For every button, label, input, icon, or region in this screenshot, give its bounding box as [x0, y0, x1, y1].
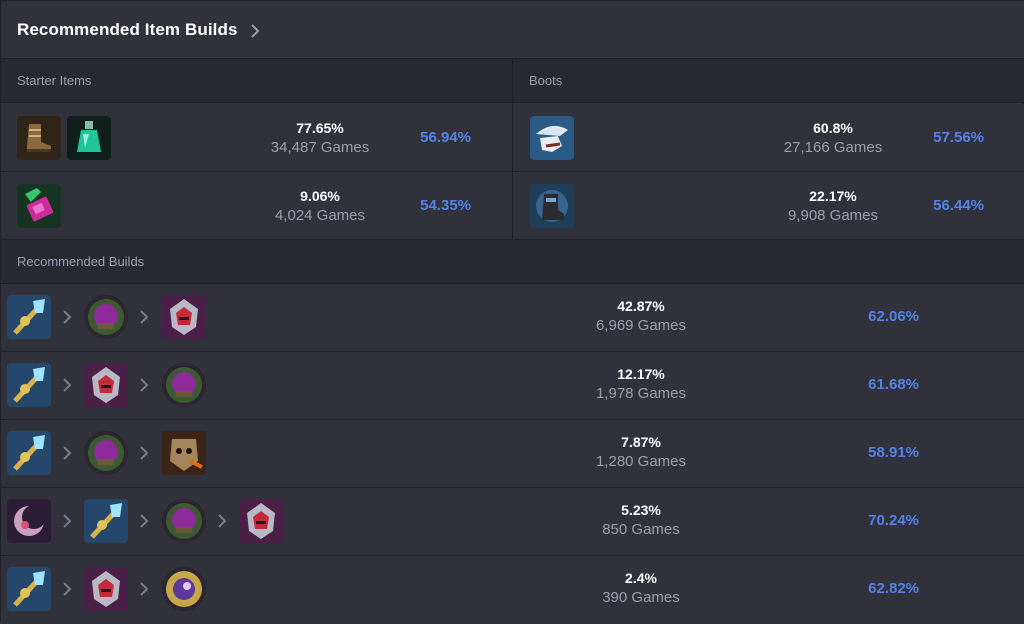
item-builds-panel: Recommended Item Builds Starter Items Bo…: [0, 0, 1024, 624]
purple-orb-icon: [162, 363, 206, 407]
games-count: 6,969 Games: [595, 317, 687, 334]
games-count: 27,166 Games: [783, 139, 883, 156]
win-rate: 57.56%: [933, 129, 984, 146]
build-row[interactable]: 5.23% 850 Games 70.24%: [1, 488, 1024, 556]
win-rate: 54.35%: [420, 197, 471, 214]
purple-orb-icon: [84, 431, 128, 475]
chevron-right-icon: [138, 581, 150, 597]
chevron-right-icon: [61, 309, 73, 325]
win-rate: 58.91%: [868, 444, 919, 461]
pick-rate: 12.17%: [617, 366, 665, 382]
chevron-right-icon: [61, 377, 73, 393]
starter-items-header: Starter Items: [1, 59, 512, 103]
starter-items-label: Starter Items: [17, 73, 92, 88]
win-rate: 70.24%: [868, 512, 919, 529]
pick-rate: 77.65%: [296, 120, 344, 136]
starter-row[interactable]: 77.65% 34,487 Games 56.94%: [1, 104, 512, 172]
pick-rate: 5.23%: [621, 502, 661, 518]
pick-rate: 42.87%: [617, 298, 665, 314]
build-row[interactable]: 2.4% 390 Games 62.82%: [1, 556, 1024, 624]
recommended-builds-header: Recommended Builds: [1, 240, 1024, 284]
games-count: 1,978 Games: [595, 385, 687, 402]
recommended-builds-label: Recommended Builds: [17, 254, 145, 269]
pick-rate-cell: 5.23% 850 Games: [561, 500, 721, 540]
chevron-right-icon: [61, 581, 73, 597]
games-count: 34,487 Games: [270, 139, 370, 156]
boots-with-wrap-icon: [17, 116, 61, 160]
arcane-orb-icon: [162, 567, 206, 611]
column-divider: [512, 59, 513, 240]
games-count: 9,908 Games: [787, 207, 879, 224]
panel-header[interactable]: Recommended Item Builds: [1, 1, 1024, 59]
pick-rate: 7.87%: [621, 434, 661, 450]
panel-title: Recommended Item Builds: [17, 19, 238, 39]
purple-orb-icon: [162, 499, 206, 543]
games-count: 850 Games: [602, 521, 680, 538]
blue-gold-staff-icon: [84, 499, 128, 543]
pick-rate-cell: 2.4% 390 Games: [561, 568, 721, 608]
chevron-right-icon[interactable]: [248, 23, 262, 38]
blue-gold-staff-icon: [7, 431, 51, 475]
scarecrow-mask-icon: [162, 431, 206, 475]
blue-gold-staff-icon: [7, 567, 51, 611]
chevron-right-icon: [61, 445, 73, 461]
blue-gold-staff-icon: [7, 363, 51, 407]
pick-rate-cell: 22.17% 9,908 Games: [753, 186, 913, 226]
purple-orb-icon: [84, 295, 128, 339]
games-count: 4,024 Games: [274, 207, 366, 224]
pick-rate: 22.17%: [809, 188, 857, 204]
chevron-right-icon: [216, 513, 228, 529]
chevron-right-icon: [138, 377, 150, 393]
win-rate: 56.44%: [933, 197, 984, 214]
pick-rate-cell: 60.8% 27,166 Games: [753, 118, 913, 158]
pick-rate: 2.4%: [625, 570, 657, 586]
pick-rate-cell: 12.17% 1,978 Games: [561, 364, 721, 404]
chevron-right-icon: [138, 309, 150, 325]
red-purple-helm-icon: [239, 499, 283, 543]
win-rate: 62.82%: [868, 580, 919, 597]
chevron-right-icon: [138, 445, 150, 461]
dark-armored-boots-icon: [530, 184, 574, 228]
pick-rate-cell: 9.06% 4,024 Games: [240, 186, 400, 226]
red-purple-helm-icon: [84, 567, 128, 611]
pick-rate-cell: 77.65% 34,487 Games: [240, 118, 400, 158]
starter-row[interactable]: 9.06% 4,024 Games 54.35%: [1, 172, 512, 240]
green-potion-icon: [67, 116, 111, 160]
win-rate: 61.68%: [868, 376, 919, 393]
purple-crescent-icon: [7, 499, 51, 543]
silver-winged-boots-icon: [530, 116, 574, 160]
build-row[interactable]: 7.87% 1,280 Games 58.91%: [1, 420, 1024, 488]
build-row[interactable]: 42.87% 6,969 Games 62.06%: [1, 284, 1024, 352]
boots-row[interactable]: 22.17% 9,908 Games 56.44%: [513, 172, 1024, 240]
blue-gold-staff-icon: [7, 295, 51, 339]
win-rate: 62.06%: [868, 308, 919, 325]
pick-rate: 9.06%: [300, 188, 340, 204]
chevron-right-icon: [138, 513, 150, 529]
build-row[interactable]: 12.17% 1,978 Games 61.68%: [1, 352, 1024, 420]
boots-row[interactable]: 60.8% 27,166 Games 57.56%: [513, 104, 1024, 172]
boots-label: Boots: [529, 73, 563, 88]
games-count: 1,280 Games: [595, 453, 687, 470]
red-purple-helm-icon: [162, 295, 206, 339]
red-purple-helm-icon: [84, 363, 128, 407]
win-rate: 56.94%: [420, 129, 471, 146]
pick-rate-cell: 7.87% 1,280 Games: [561, 432, 721, 472]
boots-header: Boots: [513, 59, 1024, 103]
pick-rate: 60.8%: [813, 120, 853, 136]
games-count: 390 Games: [602, 589, 680, 606]
green-pink-flask-icon: [17, 184, 61, 228]
pick-rate-cell: 42.87% 6,969 Games: [561, 296, 721, 336]
chevron-right-icon: [61, 513, 73, 529]
